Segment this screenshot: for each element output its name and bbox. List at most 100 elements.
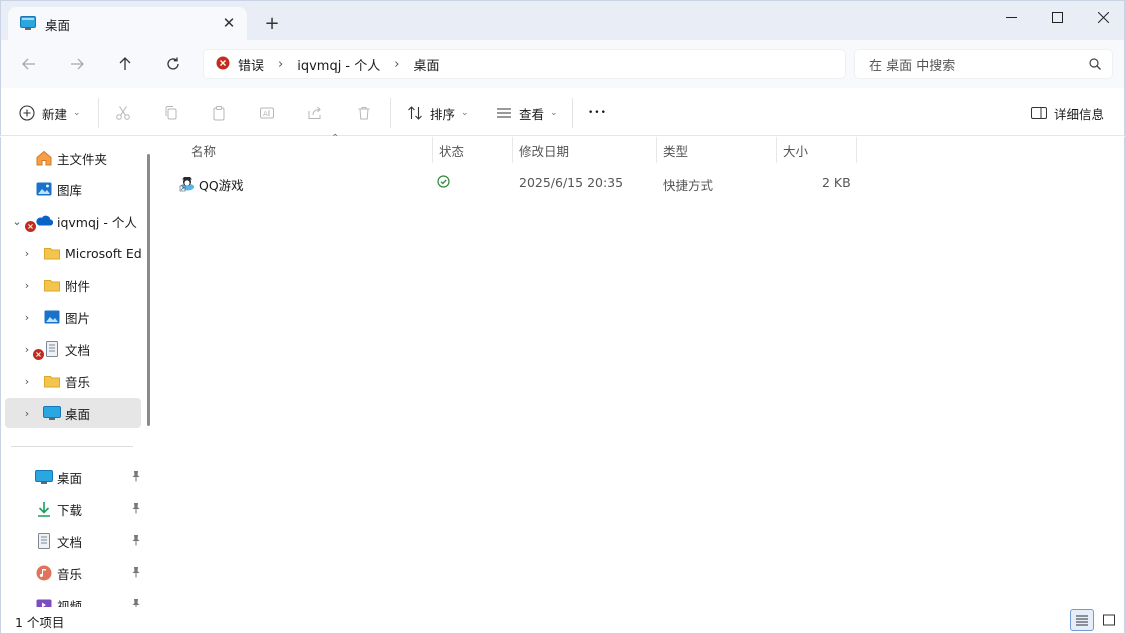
pin-icon[interactable]	[131, 502, 141, 517]
tab-title: 桌面	[45, 17, 71, 33]
sort-ascending-icon: ⌃	[331, 133, 340, 144]
chevron-right-icon[interactable]: ›	[21, 375, 33, 388]
back-button[interactable]	[17, 52, 41, 76]
gallery-icon	[35, 180, 53, 198]
delete-button[interactable]	[356, 100, 372, 126]
breadcrumb-error[interactable]: 错误	[238, 55, 264, 74]
error-icon	[216, 56, 230, 73]
sidebar-item-documents[interactable]: › × 文档	[5, 334, 141, 364]
refresh-icon	[167, 57, 179, 70]
copy-icon	[165, 106, 177, 120]
column-header-name[interactable]: 名称 ⌃	[185, 133, 431, 163]
sidebar-item-onedrive[interactable]: ⌄ × iqvmqj - 个人	[5, 206, 141, 236]
sidebar-item-music[interactable]: › 音乐	[5, 366, 141, 396]
chevron-down-icon[interactable]: ⌄	[11, 215, 23, 228]
column-separator[interactable]	[856, 137, 857, 163]
item-count: 1 个项目	[15, 615, 65, 630]
quick-access-label: 文档	[57, 534, 83, 550]
table-row[interactable]: QQ游戏 2025/6/15 20:35 快捷方式 2 KB	[173, 170, 863, 196]
file-modified: 2025/6/15 20:35	[519, 175, 624, 190]
sort-arrows-icon	[408, 106, 422, 120]
arrow-left-icon	[22, 58, 35, 70]
navigation-row: 错误 › iqvmqj - 个人 › 桌面 在 桌面 中搜索	[0, 40, 1125, 88]
chevron-right-icon[interactable]: ›	[21, 279, 33, 292]
view-lines-icon	[497, 108, 511, 118]
divider	[390, 98, 391, 128]
sidebar-scrollbar[interactable]	[147, 154, 150, 426]
chevron-right-icon[interactable]: ›	[21, 343, 33, 356]
quick-access-label: 视频	[57, 598, 83, 608]
tab-desktop[interactable]: 桌面 ✕	[8, 7, 247, 41]
view-button[interactable]: 查看 ⌄	[496, 100, 558, 126]
column-header-status[interactable]: 状态	[433, 137, 511, 163]
sidebar-item-microsoft-edge[interactable]: › Microsoft Ed	[5, 238, 142, 268]
new-tab-button[interactable]: +	[262, 13, 282, 35]
breadcrumb-separator[interactable]: ›	[394, 57, 399, 72]
details-label: 详细信息	[1054, 106, 1105, 122]
pin-icon[interactable]	[131, 534, 141, 549]
maximize-button[interactable]	[1034, 1, 1080, 33]
status-bar: 1 个项目	[0, 607, 1125, 634]
details-pane-icon	[1031, 107, 1047, 119]
tiles-view-icon	[1103, 614, 1115, 626]
chevron-down-icon: ⌄	[461, 108, 469, 118]
breadcrumb-desktop[interactable]: 桌面	[413, 55, 439, 74]
chevron-down-icon: ⌄	[73, 108, 81, 118]
search-input[interactable]: 在 桌面 中搜索	[854, 49, 1113, 79]
quick-access-downloads[interactable]: 下载	[5, 494, 141, 524]
sidebar-item-label: 图库	[57, 182, 83, 198]
quick-access-desktop[interactable]: 桌面	[5, 462, 141, 492]
rename-button[interactable]: A	[259, 100, 275, 126]
scissors-icon	[116, 106, 130, 120]
tiles-view-button[interactable]	[1097, 609, 1121, 631]
close-icon	[1097, 11, 1109, 23]
sidebar-item-gallery[interactable]: 图库	[5, 174, 141, 204]
paste-button[interactable]	[211, 100, 227, 126]
search-placeholder: 在 桌面 中搜索	[869, 58, 956, 74]
documents-icon	[35, 532, 53, 550]
column-header-size[interactable]: 大小	[777, 137, 855, 163]
documents-icon	[43, 340, 61, 358]
more-icon: •••	[588, 108, 607, 118]
address-bar[interactable]: 错误 › iqvmqj - 个人 › 桌面	[203, 49, 846, 79]
chevron-right-icon[interactable]: ›	[21, 247, 33, 260]
quick-access-music[interactable]: 音乐	[5, 558, 141, 588]
chevron-down-icon: ⌄	[550, 108, 558, 118]
qq-game-shortcut-icon	[178, 174, 196, 195]
pin-icon[interactable]	[131, 566, 141, 581]
minimize-button[interactable]	[988, 1, 1034, 33]
pin-icon[interactable]	[131, 470, 141, 485]
sidebar-item-attachments[interactable]: › 附件	[5, 270, 141, 300]
sidebar-item-label: 附件	[65, 278, 91, 294]
breadcrumb-separator[interactable]: ›	[278, 57, 283, 72]
new-button[interactable]: 新建 ⌄	[19, 100, 81, 126]
sort-button[interactable]: 排序 ⌄	[407, 100, 469, 126]
details-pane-button[interactable]: 详细信息	[1031, 100, 1104, 126]
refresh-button[interactable]	[161, 52, 185, 76]
cut-button[interactable]	[115, 100, 131, 126]
column-header-modified[interactable]: 修改日期	[513, 137, 655, 163]
close-window-button[interactable]	[1080, 1, 1125, 33]
search-icon	[1088, 57, 1102, 75]
divider	[572, 98, 573, 128]
breadcrumb-onedrive[interactable]: iqvmqj - 个人	[297, 55, 380, 74]
forward-button[interactable]	[65, 52, 89, 76]
column-header-label: 名称	[191, 143, 217, 159]
quick-access-documents[interactable]: 文档	[5, 526, 141, 556]
chevron-right-icon[interactable]: ›	[21, 407, 33, 420]
share-button[interactable]	[307, 100, 323, 126]
close-tab-icon[interactable]: ✕	[221, 15, 237, 31]
column-header-label: 修改日期	[519, 143, 570, 159]
sidebar-item-pictures[interactable]: › 图片	[5, 302, 141, 332]
more-options-button[interactable]: •••	[588, 100, 607, 126]
details-view-button[interactable]	[1070, 609, 1094, 631]
chevron-right-icon[interactable]: ›	[21, 311, 33, 324]
sidebar-item-desktop[interactable]: › 桌面	[5, 398, 141, 428]
pin-icon[interactable]	[131, 598, 141, 607]
quick-access-videos[interactable]: 视频	[5, 590, 141, 607]
svg-text:A: A	[263, 110, 268, 118]
up-button[interactable]	[113, 52, 137, 76]
column-header-type[interactable]: 类型	[657, 137, 775, 163]
copy-button[interactable]	[163, 100, 179, 126]
sidebar-item-home[interactable]: 主文件夹	[5, 143, 141, 173]
